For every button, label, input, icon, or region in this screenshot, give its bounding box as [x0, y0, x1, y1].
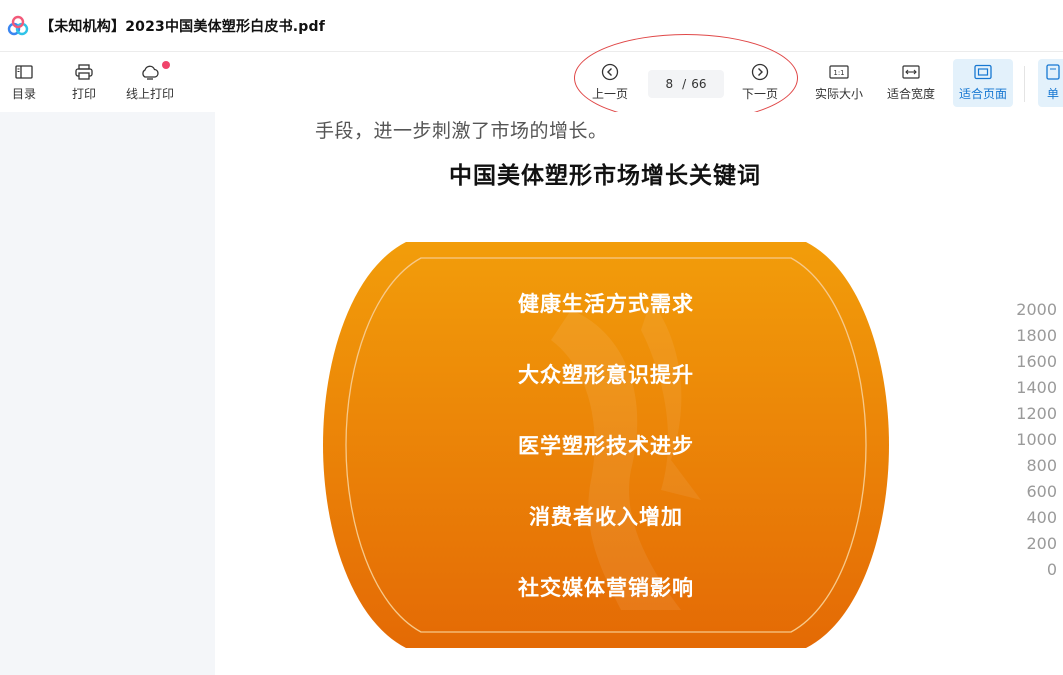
online-print-label: 线上打印	[125, 87, 174, 101]
toolbar: 目录 打印 线上打印 上一页 8 / 66 下一页 1:1 实际大小 适合宽度 …	[0, 53, 1063, 111]
toc-button[interactable]: 目录	[6, 61, 42, 105]
sidebar-panel-icon	[15, 61, 33, 83]
axis-tick-label: 1400	[1016, 378, 1057, 397]
chevron-left-circle-icon	[601, 61, 619, 83]
actual-size-label: 实际大小	[814, 87, 863, 101]
sidebar-panel	[0, 112, 215, 675]
single-page-label: 单	[1046, 87, 1059, 101]
svg-text:1:1: 1:1	[833, 69, 844, 77]
total-pages: 66	[691, 77, 707, 91]
keyword-item: 健康生活方式需求	[518, 292, 694, 316]
print-label: 打印	[71, 87, 96, 101]
axis-tick-label: 0	[1046, 560, 1057, 579]
page-number-field[interactable]: 8 / 66	[648, 70, 724, 98]
axis-tick-label: 200	[1026, 534, 1057, 553]
actual-size-button[interactable]: 1:1 实际大小	[812, 61, 866, 105]
notification-dot	[162, 61, 170, 69]
printer-icon	[75, 61, 93, 83]
document-title: 【未知机构】2023中国美体塑形白皮书.pdf	[40, 18, 326, 35]
keyword-item: 大众塑形意识提升	[518, 363, 694, 387]
axis-tick-label: 1800	[1016, 326, 1057, 345]
toc-label: 目录	[11, 87, 36, 101]
prev-page-button[interactable]: 上一页	[590, 61, 630, 105]
print-button[interactable]: 打印	[66, 61, 102, 105]
keyword-list: 健康生活方式需求 大众塑形意识提升 医学塑形技术进步 消费者收入增加 社交媒体营…	[321, 240, 891, 650]
partial-chart-axis: 2000 1800 1600 1400 1200 1000 800 600 40…	[997, 300, 1057, 586]
next-page-label: 下一页	[741, 87, 778, 101]
document-viewport[interactable]: 手段，进一步刺激了市场的增长。 中国美体塑形市场增长关键词 健康生活方式需求 大…	[215, 112, 1063, 675]
single-page-button[interactable]: 单	[1038, 59, 1063, 107]
page-separator: /	[682, 77, 687, 91]
keyword-item: 医学塑形技术进步	[518, 434, 694, 458]
fit-width-icon	[902, 61, 920, 83]
fit-page-button[interactable]: 适合页面	[953, 59, 1013, 107]
fit-width-label: 适合宽度	[886, 87, 935, 101]
online-print-button[interactable]: 线上打印	[122, 61, 178, 105]
axis-tick-label: 2000	[1016, 300, 1057, 319]
current-page[interactable]: 8	[666, 77, 674, 91]
cloud-icon	[140, 61, 160, 83]
app-logo-icon	[7, 15, 29, 35]
single-page-icon	[1044, 61, 1062, 83]
ratio-1-1-icon: 1:1	[829, 61, 849, 83]
keyword-item: 消费者收入增加	[529, 505, 683, 529]
axis-tick-label: 800	[1026, 456, 1057, 475]
title-bar: 【未知机构】2023中国美体塑形白皮书.pdf	[0, 0, 1063, 52]
axis-tick-label: 600	[1026, 482, 1057, 501]
fit-page-label: 适合页面	[958, 87, 1007, 101]
axis-tick-label: 400	[1026, 508, 1057, 527]
fit-width-button[interactable]: 适合宽度	[884, 61, 938, 105]
axis-tick-label: 1000	[1016, 430, 1057, 449]
chevron-right-circle-icon	[751, 61, 769, 83]
axis-tick-label: 1200	[1016, 404, 1057, 423]
next-page-button[interactable]: 下一页	[740, 61, 780, 105]
fit-page-icon	[974, 61, 992, 83]
document-text-line: 手段，进一步刺激了市场的增长。	[315, 120, 608, 142]
slide-title: 中国美体塑形市场增长关键词	[449, 163, 761, 189]
axis-tick-label: 1600	[1016, 352, 1057, 371]
keyword-item: 社交媒体营销影响	[518, 576, 694, 600]
prev-page-label: 上一页	[591, 87, 628, 101]
toolbar-divider	[1024, 66, 1025, 102]
